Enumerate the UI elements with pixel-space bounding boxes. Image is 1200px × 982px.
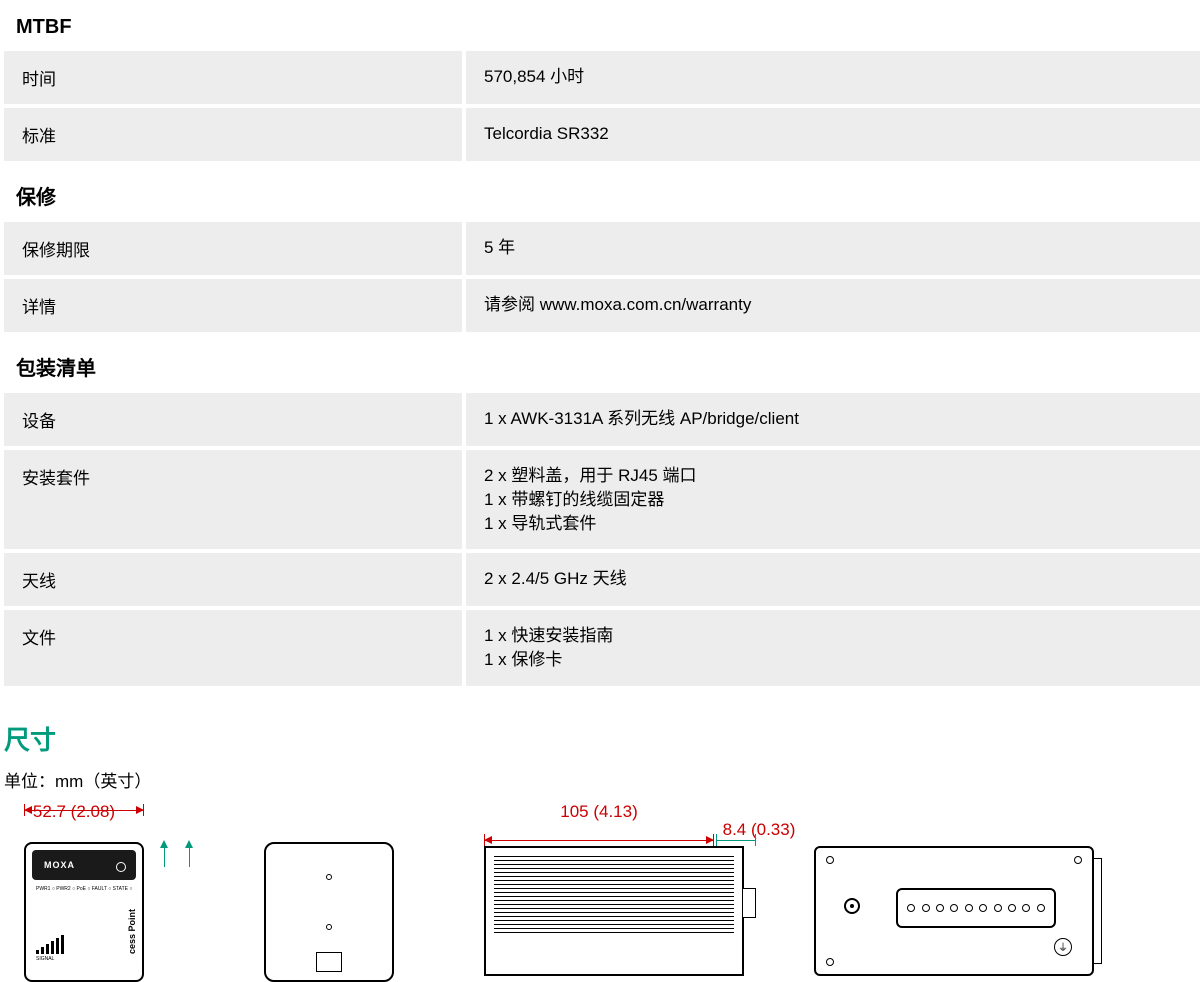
device-side-outline: [264, 842, 394, 982]
dimensions-drawings: 52.7 (2.08) MOXA PWR1 ○ PWR2 ○ PoE ○ FAU…: [0, 802, 1200, 982]
dimensions-section-header: 尺寸: [0, 690, 1200, 767]
drawing-side-wide-view: 105 (4.13) 8.4 (0.33): [454, 802, 774, 976]
package-mounting-value: 2 x 塑料盖，用于 RJ45 端口 1 x 带螺钉的线缆固定器 1 x 导轨式…: [466, 450, 1200, 549]
warranty-details-value: 请参阅 www.moxa.com.cn/warranty: [466, 279, 1200, 332]
antenna-connector-icon: [116, 862, 126, 872]
spec-row-package-mounting: 安装套件 2 x 塑料盖，用于 RJ45 端口 1 x 带螺钉的线缆固定器 1 …: [0, 450, 1200, 549]
led-indicators: PWR1 ○ PWR2 ○ PoE ○ FAULT ○ STATE ○: [36, 886, 132, 893]
package-docs-label: 文件: [4, 610, 462, 686]
device-heatsink-outline: [484, 846, 744, 976]
heatsink-fins-icon: [494, 856, 734, 934]
drawing-side-narrow-view: [264, 802, 414, 982]
access-point-text: cess Point: [127, 909, 137, 954]
spec-row-mtbf-time: 时间 570,854 小时: [0, 51, 1200, 104]
drawing-front-view: 52.7 (2.08) MOXA PWR1 ○ PWR2 ○ PoE ○ FAU…: [4, 802, 224, 982]
rail-mount-icon: [1092, 858, 1102, 964]
spec-row-warranty-period: 保修期限 5 年: [0, 222, 1200, 275]
mtbf-time-label: 时间: [4, 51, 462, 104]
mtbf-time-value: 570,854 小时: [466, 51, 1200, 104]
rj45-port-icon: [316, 952, 342, 972]
mtbf-standard-value: Telcordia SR332: [466, 108, 1200, 161]
side-connector-icon: [742, 888, 756, 918]
warranty-section-header: 保修: [0, 165, 1200, 222]
spec-row-package-antenna: 天线 2 x 2.4/5 GHz 天线: [0, 553, 1200, 606]
drawing-rear-view: ⏚: [814, 802, 1114, 976]
power-jack-icon: [844, 898, 860, 914]
warranty-details-label: 详情: [4, 279, 462, 332]
brand-label: MOXA: [44, 860, 75, 870]
device-rear-outline: ⏚: [814, 846, 1094, 976]
spec-row-package-device: 设备 1 x AWK-3131A 系列无线 AP/bridge/client: [0, 393, 1200, 446]
mtbf-section-header: MTBF: [0, 0, 1200, 51]
signal-indicator: SIGNAL: [36, 934, 76, 962]
mtbf-standard-label: 标准: [4, 108, 462, 161]
package-antenna-label: 天线: [4, 553, 462, 606]
dimensions-unit-label: 单位：mm（英寸）: [0, 767, 1200, 802]
spec-row-warranty-details: 详情 请参阅 www.moxa.com.cn/warranty: [0, 279, 1200, 332]
package-docs-value: 1 x 快速安装指南 1 x 保修卡: [466, 610, 1200, 686]
package-antenna-value: 2 x 2.4/5 GHz 天线: [466, 553, 1200, 606]
dim-side-width-label: 105 (4.13): [484, 802, 714, 822]
terminal-block-icon: [896, 888, 1056, 928]
package-device-label: 设备: [4, 393, 462, 446]
height-indicator-arrows-icon: [154, 842, 214, 872]
package-mounting-label: 安装套件: [4, 450, 462, 549]
spec-row-package-docs: 文件 1 x 快速安装指南 1 x 保修卡: [0, 610, 1200, 686]
package-device-value: 1 x AWK-3131A 系列无线 AP/bridge/client: [466, 393, 1200, 446]
package-section-header: 包装清单: [0, 336, 1200, 393]
spec-row-mtbf-standard: 标准 Telcordia SR332: [0, 108, 1200, 161]
warranty-period-label: 保修期限: [4, 222, 462, 275]
signal-text: SIGNAL: [36, 956, 76, 962]
device-front-outline: MOXA PWR1 ○ PWR2 ○ PoE ○ FAULT ○ STATE ○…: [24, 842, 144, 982]
dimension-line-icon: [24, 802, 144, 816]
dimension-line-icon: [484, 832, 714, 846]
dimension-line-small-icon: [716, 832, 756, 846]
warranty-period-value: 5 年: [466, 222, 1200, 275]
